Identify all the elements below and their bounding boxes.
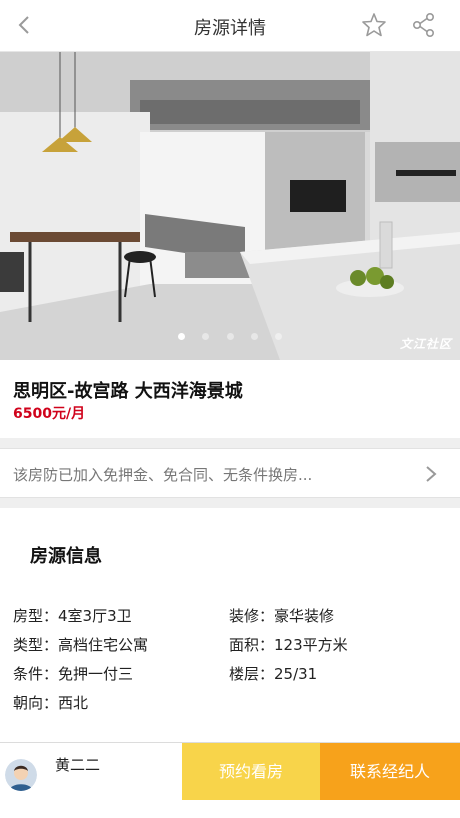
pagination-dot[interactable]	[250, 333, 258, 340]
section-heading: 房源信息	[30, 546, 102, 567]
living-room-photo	[0, 52, 460, 360]
listing-title: 思明区-故宫路 大西洋海景城	[13, 381, 243, 402]
watermark-logo: 文江社区	[399, 337, 452, 351]
promo-banner[interactable]: 该房防已加入免押金、免合同、无条件换房...	[0, 448, 460, 498]
info-area: 面积：123平方米	[229, 636, 348, 654]
footer-spacer	[0, 800, 460, 818]
info-floor: 楼层：25/31	[229, 665, 318, 683]
info-layout: 房型：4室3厅3卫	[13, 607, 132, 625]
info-decoration: 装修：豪华装修	[229, 607, 335, 625]
photo-gallery[interactable]: 文江社区	[0, 52, 460, 360]
property-info-section: 房源信息 房型：4室3厅3卫 装修：豪华装修 类型：高档住宅公寓 面积：123平…	[0, 508, 460, 736]
page-title: 房源详情	[194, 18, 266, 39]
chevron-right-icon	[426, 466, 437, 482]
top-nav-bar: 房源详情	[0, 0, 460, 52]
info-terms: 条件：免押一付三	[13, 665, 134, 683]
avatar-icon[interactable]	[5, 759, 37, 791]
pagination-dot[interactable]	[226, 333, 234, 340]
info-orientation: 朝向：西北	[13, 694, 89, 712]
pagination-dot[interactable]	[202, 333, 210, 340]
info-type: 类型：高档住宅公寓	[13, 636, 149, 654]
bottom-action-bar: 黄二二 预约看房 联系经纪人	[0, 742, 460, 801]
contact-agent-button[interactable]: 联系经纪人	[320, 743, 460, 801]
section-divider	[0, 498, 460, 508]
share-icon[interactable]	[410, 11, 438, 39]
star-outline-icon[interactable]	[360, 11, 388, 39]
section-divider	[0, 438, 460, 448]
listing-summary: 思明区-故宫路 大西洋海景城 6500元/月	[0, 360, 460, 438]
pagination-dot[interactable]	[178, 333, 186, 340]
book-viewing-button[interactable]: 预约看房	[182, 743, 320, 801]
gallery-pagination	[0, 325, 460, 344]
agent-name: 黄二二	[55, 756, 101, 774]
promo-text: 该房防已加入免押金、免合同、无条件换房...	[13, 466, 313, 484]
listing-price: 6500元/月	[13, 406, 86, 422]
pagination-dot[interactable]	[274, 333, 282, 340]
